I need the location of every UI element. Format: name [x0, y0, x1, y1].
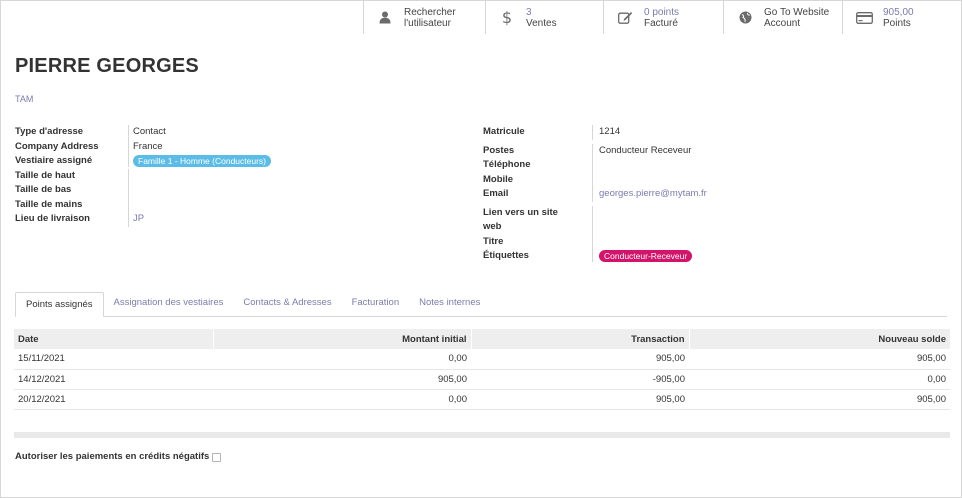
website-line1: Go To Website: [764, 6, 830, 18]
edit-icon: [616, 9, 634, 27]
email-label: Email: [483, 188, 509, 199]
matricule-label: Matricule: [483, 126, 525, 137]
postes-label: Postes: [483, 144, 515, 156]
company-link[interactable]: TAM: [15, 94, 33, 104]
tab-facturation[interactable]: Facturation: [342, 291, 410, 316]
col-transaction-header[interactable]: Transaction: [470, 329, 689, 349]
partner-name: PIERRE GEORGES: [15, 55, 199, 77]
tab-points-assignes[interactable]: Points assignés: [15, 292, 104, 317]
cell-date: 20/12/2021: [14, 389, 213, 410]
globe-icon: [736, 9, 754, 27]
invoiced-points-button[interactable]: 0 points Facturé: [603, 1, 723, 34]
titre-value[interactable]: [592, 234, 892, 249]
sales-count: 3: [526, 6, 532, 18]
cell-solde: 0,00: [689, 369, 950, 390]
company-address-label: Company Address: [15, 140, 99, 152]
vestiaire-tag[interactable]: Famille 1 - Homme (Conducteurs): [133, 155, 272, 167]
website-account-button[interactable]: Go To Website Account: [723, 1, 842, 34]
negative-credits-label: Autoriser les paiements en crédits négat…: [15, 451, 210, 462]
titre-label: Titre: [483, 235, 504, 247]
cell-transaction: -905,00: [471, 369, 689, 390]
website-line2: Account: [764, 17, 801, 29]
taille-haut-label: Taille de haut: [15, 169, 76, 181]
tab-notes-internes[interactable]: Notes internes: [409, 291, 490, 316]
search-user-line1: Rechercher: [404, 6, 456, 18]
search-user-line2: l'utilisateur: [404, 17, 451, 29]
cell-transaction: 905,00: [471, 389, 689, 410]
taille-haut-value[interactable]: [128, 168, 328, 183]
negative-credits-checkbox[interactable]: [212, 452, 222, 462]
website-label-line1: Lien vers un site: [483, 206, 558, 218]
vestiaire-label: Vestiaire assigné: [15, 155, 93, 166]
points-value: 905,00: [883, 6, 914, 18]
livraison-value[interactable]: JP: [133, 212, 328, 227]
tab-contacts-adresses[interactable]: Contacts & Adresses: [233, 291, 341, 316]
dollar-icon: $: [501, 8, 513, 27]
taille-mains-value[interactable]: [128, 197, 328, 212]
right-field-group: Matricule 1214 Postes Conducteur Receveu…: [483, 125, 892, 264]
partner-form-sheet: Rechercher l'utilisateur $ 3 Ventes 0 po…: [0, 0, 962, 498]
points-table: Date Montant initial Transaction Nouveau…: [14, 329, 950, 410]
col-montant-header[interactable]: Montant initial: [212, 329, 471, 349]
website-value[interactable]: [592, 205, 892, 235]
mobile-label: Mobile: [483, 173, 514, 185]
mobile-value[interactable]: [592, 172, 892, 187]
notebook-tabs: Points assignés Assignation des vestiair…: [15, 292, 947, 317]
telephone-label: Téléphone: [483, 159, 531, 170]
smart-button-box: Rechercher l'utilisateur $ 3 Ventes 0 po…: [363, 1, 961, 34]
table-row[interactable]: 15/11/2021 0,00 905,00 905,00: [14, 349, 950, 370]
cell-solde: 905,00: [689, 349, 950, 370]
cell-date: 14/12/2021: [14, 369, 213, 390]
sales-label: Ventes: [526, 17, 557, 29]
invoiced-points-value: 0 points: [644, 6, 680, 18]
cell-solde: 905,00: [689, 389, 950, 410]
telephone-value[interactable]: [592, 158, 892, 173]
cell-montant: 0,00: [213, 349, 471, 370]
table-footer-bar: [14, 432, 950, 438]
points-label: Points: [883, 17, 911, 29]
taille-bas-label: Taille de bas: [15, 184, 72, 195]
table-header-row: Date Montant initial Transaction Nouveau…: [14, 329, 950, 349]
etiquettes-label: Étiquettes: [483, 250, 529, 261]
negative-credits-field: Autoriser les paiements en crédits négat…: [15, 450, 222, 465]
livraison-label: Lieu de livraison: [15, 213, 90, 224]
invoiced-points-label: Facturé: [644, 17, 678, 29]
etiquette-tag[interactable]: Conducteur-Receveur: [599, 250, 693, 262]
left-field-group: Type d'adresse Contact Company Address F…: [15, 125, 328, 227]
postes-value[interactable]: Conducteur Receveur: [599, 144, 892, 159]
col-solde-header[interactable]: Nouveau solde: [688, 329, 950, 349]
website-label-line2: web: [483, 221, 502, 232]
points-button[interactable]: 905,00 Points: [842, 1, 961, 34]
company-address-value[interactable]: France: [133, 140, 328, 155]
user-icon: [376, 9, 394, 27]
taille-mains-label: Taille de mains: [15, 198, 83, 210]
address-type-value[interactable]: Contact: [133, 125, 328, 140]
cell-transaction: 905,00: [471, 349, 689, 370]
taille-bas-value[interactable]: [128, 183, 328, 198]
website-label: Lien vers un site web: [483, 206, 592, 235]
cell-montant: 0,00: [213, 389, 471, 410]
email-value[interactable]: georges.pierre@mytam.fr: [599, 187, 892, 202]
cell-date: 15/11/2021: [14, 349, 213, 370]
card-icon: [855, 9, 873, 27]
address-type-label: Type d'adresse: [15, 126, 84, 137]
table-row[interactable]: 14/12/2021 905,00 -905,00 0,00: [14, 369, 950, 390]
cell-montant: 905,00: [213, 369, 471, 390]
col-date-header[interactable]: Date: [14, 329, 213, 349]
tab-assignation-vestiaires[interactable]: Assignation des vestiaires: [104, 291, 234, 316]
matricule-value[interactable]: 1214: [599, 125, 892, 140]
sales-button[interactable]: $ 3 Ventes: [485, 1, 603, 34]
table-row[interactable]: 20/12/2021 0,00 905,00 905,00: [14, 389, 950, 410]
search-user-button[interactable]: Rechercher l'utilisateur: [363, 1, 485, 34]
